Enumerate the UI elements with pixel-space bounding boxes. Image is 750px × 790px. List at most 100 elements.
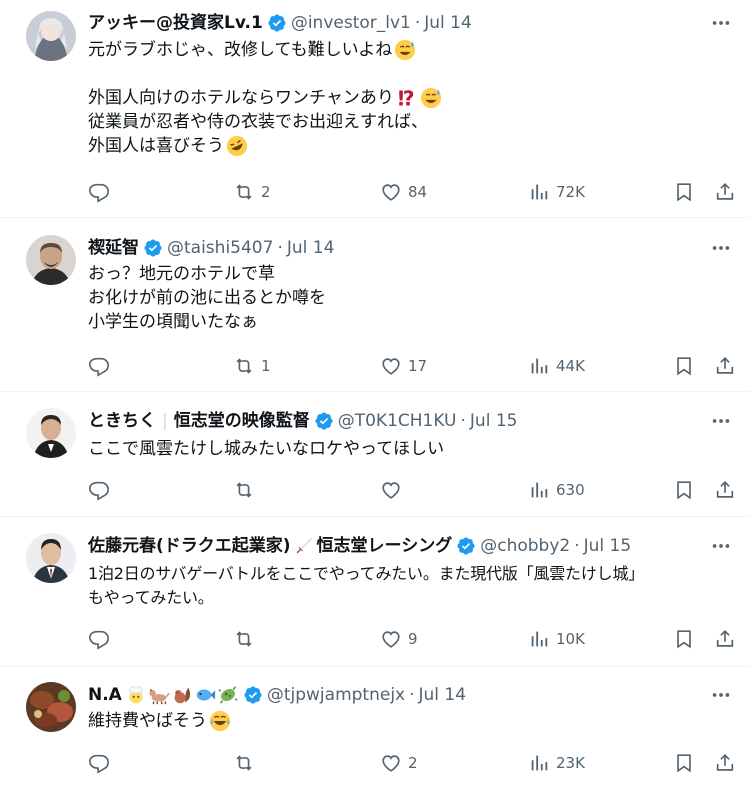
microbe-emoji-icon: [218, 686, 238, 704]
affiliation-label[interactable]: 恒志堂の映像監督: [174, 409, 310, 433]
handle[interactable]: @investor_lv1: [291, 11, 411, 35]
views-button[interactable]: 10K: [528, 627, 585, 651]
display-name[interactable]: ときちく: [88, 409, 156, 433]
tweet-text: 元がラブホじゃ、改修しても難しいよね 外国人向けのホテルならワンチャンあり ⁉: [88, 38, 732, 158]
repost-icon: [236, 482, 252, 498]
affiliation-label[interactable]: 恒志堂レーシング: [317, 534, 453, 558]
bookmark-button[interactable]: [673, 180, 695, 204]
heart-icon: [382, 358, 400, 375]
interrobang-emoji-icon: ⁉: [398, 87, 415, 109]
handle[interactable]: @T0K1CH1KU: [338, 409, 457, 433]
tweet-line: 維持費やばそう: [88, 709, 732, 733]
bookmark-button[interactable]: [673, 627, 695, 651]
avatar[interactable]: [26, 11, 76, 61]
tweet[interactable]: 禊延智 @taishi5407 · Jul 14 おっ？地元のホテルで草 お化け…: [0, 219, 750, 392]
views-count: 630: [556, 481, 585, 499]
repost-button[interactable]: [233, 627, 261, 651]
repost-button[interactable]: [233, 751, 261, 775]
dagger-emoji-icon: [296, 537, 312, 554]
bookmark-icon: [677, 357, 691, 376]
share-button[interactable]: [714, 627, 736, 651]
display-name[interactable]: 佐藤元春(ドラクエ起業家): [88, 534, 291, 558]
tweet-line-text: おっ？地元のホテルで草: [88, 264, 275, 284]
reply-button[interactable]: [88, 354, 116, 378]
tweet[interactable]: N.A @tjpwjamptnejx · Jul 14 維持費やばそう 2 23…: [0, 668, 750, 790]
avatar[interactable]: [26, 533, 76, 583]
display-name[interactable]: アッキー@投資家Lv.1: [88, 11, 263, 35]
bookmark-button[interactable]: [673, 354, 695, 378]
sweat-smile-emoji-icon: [420, 87, 441, 109]
tweet[interactable]: ときちく | 恒志堂の映像監督 @T0K1CH1KU · Jul 15 ここで風…: [0, 393, 750, 517]
tweet-line-text: もやってみたい。: [88, 588, 214, 607]
handle[interactable]: @taishi5407: [167, 236, 273, 260]
reply-button[interactable]: [88, 180, 116, 204]
tears-of-joy-emoji-icon: [209, 710, 231, 732]
timestamp[interactable]: Jul 15: [470, 409, 518, 433]
views-count: 44K: [556, 357, 585, 375]
tweet-line-text: ここで風雲たけし城みたいなロケやってほしい: [88, 439, 445, 459]
timestamp[interactable]: Jul 14: [287, 236, 335, 260]
tweet-line-text: お化けが前の池に出るとか噂を: [88, 288, 326, 308]
like-button[interactable]: [380, 478, 408, 502]
more-icon[interactable]: [710, 410, 732, 432]
views-button[interactable]: 44K: [528, 354, 585, 378]
tweet-text: 維持費やばそう: [88, 709, 732, 733]
avatar[interactable]: [26, 408, 76, 458]
repost-count: 2: [261, 183, 271, 201]
display-name[interactable]: 禊延智: [88, 236, 139, 260]
tweet[interactable]: アッキー@投資家Lv.1 @investor_lv1 · Jul 14 元がラブ…: [0, 0, 750, 218]
views-count: 23K: [556, 754, 585, 772]
display-name[interactable]: N.A: [88, 683, 122, 707]
tweet-line-text: 従業員が忍者や侍の衣装でお出迎えすれば、: [88, 112, 428, 132]
repost-button[interactable]: [233, 478, 261, 502]
tweet-header: 佐藤元春(ドラクエ起業家) 恒志堂レーシング @chobby2 · Jul 15: [88, 534, 710, 558]
share-icon: [716, 754, 734, 771]
tweet-line-text: 元がラブホじゃ、改修しても難しいよね: [88, 40, 393, 60]
avatar-image: [26, 533, 76, 583]
like-button[interactable]: 2: [380, 751, 418, 775]
share-button[interactable]: [714, 751, 736, 775]
views-button[interactable]: 23K: [528, 751, 585, 775]
views-button[interactable]: 72K: [528, 180, 585, 204]
timestamp[interactable]: Jul 14: [424, 11, 472, 35]
repost-button[interactable]: 2: [233, 180, 271, 204]
bookmark-icon: [677, 481, 691, 500]
reply-button[interactable]: [88, 751, 116, 775]
more-icon[interactable]: [710, 535, 732, 557]
fish-emoji-icon: [196, 689, 215, 701]
avatar[interactable]: [26, 235, 76, 285]
views-icon: [531, 358, 548, 374]
avatar-image: [26, 408, 76, 458]
share-button[interactable]: [714, 478, 736, 502]
reply-button[interactable]: [88, 627, 116, 651]
more-icon[interactable]: [710, 237, 732, 259]
tweet[interactable]: 佐藤元春(ドラクエ起業家) 恒志堂レーシング @chobby2 · Jul 15…: [0, 518, 750, 667]
like-button[interactable]: 9: [380, 627, 418, 651]
reply-button[interactable]: [88, 478, 116, 502]
handle[interactable]: @tjpwjamptnejx: [267, 683, 405, 707]
like-count: 84: [408, 183, 428, 201]
more-icon[interactable]: [710, 684, 732, 706]
avatar[interactable]: [26, 682, 76, 732]
like-button[interactable]: 84: [380, 180, 427, 204]
views-button[interactable]: 630: [528, 478, 585, 502]
like-count: 2: [408, 754, 418, 772]
avatar-image: [26, 11, 76, 61]
more-icon[interactable]: [710, 12, 732, 34]
separator-dot: ·: [414, 13, 421, 33]
bookmark-button[interactable]: [673, 478, 695, 502]
bookmark-button[interactable]: [673, 751, 695, 775]
repost-icon: [236, 358, 252, 374]
share-button[interactable]: [714, 354, 736, 378]
share-icon: [716, 183, 734, 200]
share-button[interactable]: [714, 180, 736, 204]
handle[interactable]: @chobby2: [480, 534, 570, 558]
like-button[interactable]: 17: [380, 354, 427, 378]
repost-button[interactable]: 1: [233, 354, 271, 378]
share-icon: [716, 357, 734, 374]
tweet-header: 禊延智 @taishi5407 · Jul 14: [88, 236, 710, 260]
timestamp[interactable]: Jul 14: [419, 683, 467, 707]
timestamp[interactable]: Jul 15: [584, 534, 632, 558]
verified-badge-icon: [268, 14, 286, 32]
